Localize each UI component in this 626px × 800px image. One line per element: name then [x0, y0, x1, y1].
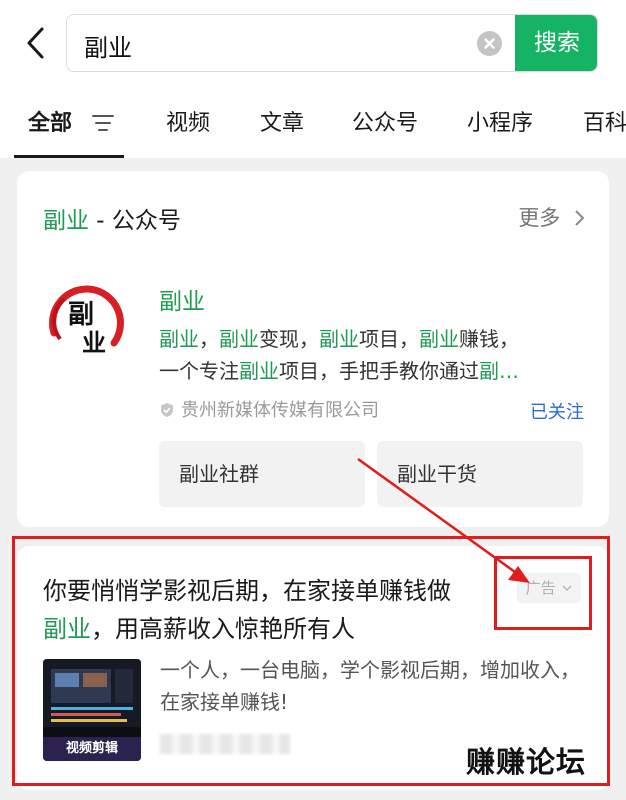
- description-text: ，: [199, 327, 219, 351]
- verified-shield-icon: [161, 403, 173, 417]
- active-tab-indicator: [14, 155, 124, 158]
- description-text: 变现，: [259, 327, 319, 351]
- more-label: 更多: [518, 206, 561, 230]
- account-description: 副业，副业变现，副业项目，副业赚钱， 一个专注副业项目，手把手教你通过副…: [159, 323, 577, 387]
- search-header: 副业 搜索 全部 视频 文章 公众号 小程序 百科: [0, 0, 626, 158]
- company-name: 贵州新媒体传媒有限公司: [181, 400, 379, 421]
- search-bar: 副业 搜索: [66, 14, 598, 72]
- keyword-highlight: 副业: [159, 327, 199, 351]
- description-line-1: 副业，副业变现，副业项目，副业赚钱，: [159, 323, 577, 355]
- logo-text-1: 副: [68, 300, 94, 330]
- annotation-box-ad-badge: [494, 556, 592, 630]
- tab-articles[interactable]: 文章: [260, 105, 304, 137]
- tab-mini-programs[interactable]: 小程序: [467, 105, 533, 137]
- keyword-highlight: 副业: [239, 359, 279, 383]
- description-text: 项目，手把手教你通过: [279, 359, 479, 383]
- tab-video[interactable]: 视频: [166, 105, 210, 137]
- verified-company: 贵州新媒体传媒有限公司: [159, 396, 379, 422]
- description-text: 赚钱，: [459, 327, 519, 351]
- back-arrow-icon[interactable]: [22, 26, 52, 60]
- description-line-2: 一个专注副业项目，手把手教你通过副…: [159, 355, 577, 387]
- keyword-highlight: 副业: [319, 327, 359, 351]
- tab-official-accounts[interactable]: 公众号: [352, 105, 418, 137]
- section-keyword: 副业: [43, 208, 89, 234]
- menu-button-resources[interactable]: 副业干货: [377, 441, 583, 507]
- account-logo[interactable]: 副 业: [44, 279, 128, 363]
- account-name[interactable]: 副业: [159, 282, 205, 316]
- watermark: 赚赚论坛: [466, 745, 587, 779]
- description-text: 一个专注: [159, 359, 239, 383]
- tab-all[interactable]: 全部: [28, 105, 72, 137]
- clear-icon[interactable]: [477, 31, 502, 56]
- account-result-card: 副业 - 公众号 更多 副 业 副业 副业，副业变现，副业项目，副业赚钱， 一个…: [17, 171, 609, 527]
- tab-bar: 全部 视频 文章 公众号 小程序 百科: [0, 96, 626, 158]
- logo-text-2: 业: [82, 328, 106, 357]
- keyword-highlight: 副业: [219, 327, 259, 351]
- keyword-highlight: 副…: [479, 359, 519, 383]
- section-type: - 公众号: [89, 208, 181, 234]
- follow-status[interactable]: 已关注: [530, 398, 584, 424]
- search-input[interactable]: 副业: [84, 28, 132, 63]
- chevron-right-icon: [575, 210, 585, 226]
- keyword-highlight: 副业: [419, 327, 459, 351]
- description-text: 项目，: [359, 327, 419, 351]
- section-title: 副业 - 公众号: [43, 201, 181, 235]
- tab-encyclopedia[interactable]: 百科: [583, 105, 626, 137]
- search-button[interactable]: 搜索: [515, 15, 597, 71]
- menu-button-community[interactable]: 副业社群: [159, 441, 365, 507]
- more-link[interactable]: 更多: [518, 202, 585, 232]
- filter-icon[interactable]: [91, 113, 115, 133]
